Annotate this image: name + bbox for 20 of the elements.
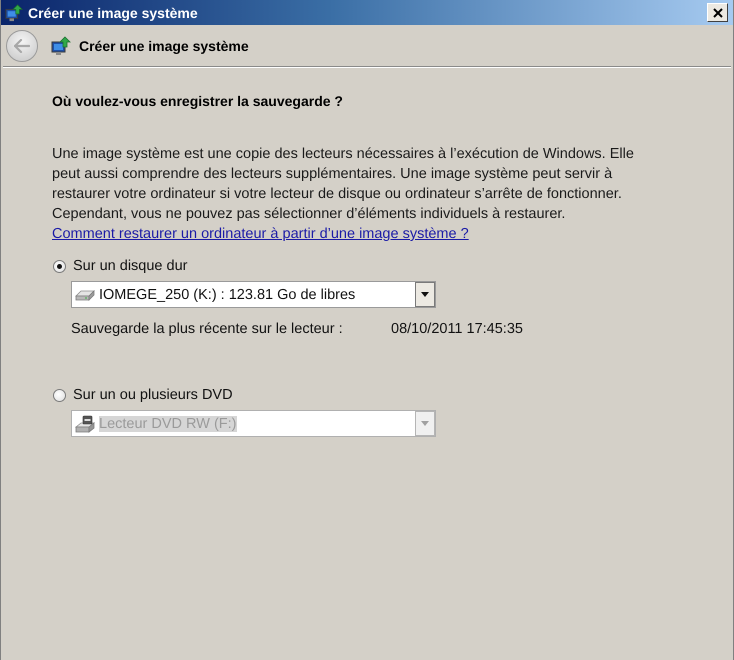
backup-label: Sauvegarde la plus récente sur le lecteur : <box>71 320 344 339</box>
window-title: Créer une image système <box>28 4 199 20</box>
option-label[interactable]: Sur un disque dur <box>73 258 188 274</box>
radio-button[interactable] <box>53 388 66 402</box>
monitor-arrow-icon <box>51 36 71 56</box>
drive-dropdown[interactable]: IOMEGE_250 (K:) : 123.81 Go de libres <box>71 281 436 308</box>
description-text: Une image système est une copie des lecteurs nécessaires à l’exécution de Windows. Elle peut aussi comprendre des lecteurs supplémentaires. Une image système peut servir à restaurer votre ordinateur si votre lecteur de disque ou ordinateur s’arrête de fonctionner. Cependant, vous ne pouvez pas sélectionner d’éléments individuels à restaurer. Comment restaurer un ordinateur à partir d’une image système ? <box>52 145 635 244</box>
radio-button[interactable] <box>53 260 66 272</box>
option-label[interactable]: Sur un ou plusieurs DVD <box>73 387 233 403</box>
monitor-arrow-icon <box>5 4 23 22</box>
caret-icon[interactable] <box>415 282 435 307</box>
backup-date: 08/10/2011 17:45:35 <box>391 320 523 339</box>
page-title: Créer une image système <box>79 38 249 54</box>
hard-drive-icon <box>75 288 95 300</box>
help-link[interactable]: Comment restaurer un ordinateur à partir d’une image système ? <box>52 226 469 242</box>
disc-drive-icon <box>75 414 95 432</box>
question-heading: Où voulez-vous enregistrer la sauvegarde ? <box>52 92 344 111</box>
close-icon <box>712 8 722 18</box>
left-arrow-icon <box>14 38 30 52</box>
close-button[interactable] <box>707 3 728 22</box>
